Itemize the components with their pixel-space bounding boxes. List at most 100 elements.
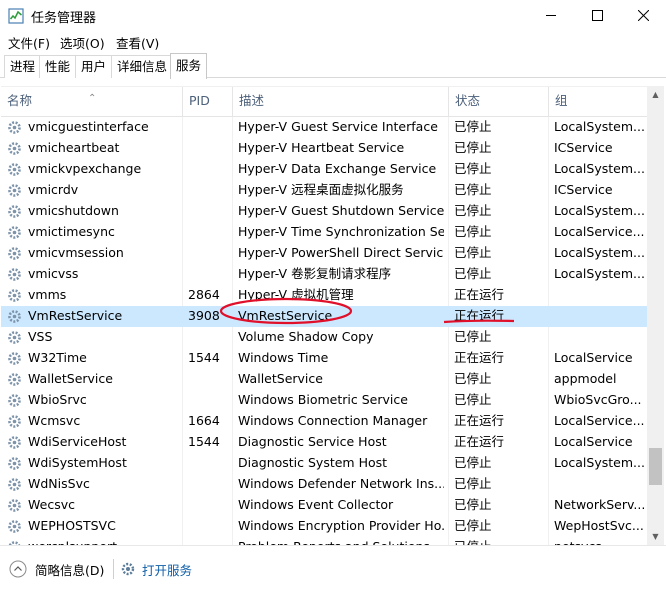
cell-name: vmicguestinterface: [28, 119, 149, 134]
cell-status: 正在运行: [454, 308, 505, 323]
cell-group: LocalSystem...: [554, 119, 644, 134]
cell-pid: 1544: [188, 434, 220, 449]
cell-pid: [188, 327, 230, 348]
cell-pid: [188, 159, 230, 180]
cell-status: 已停止: [454, 245, 492, 260]
cell-pid: [188, 264, 230, 285]
table-row[interactable]: wercplsupport Problem Reports and Solutio…: [1, 537, 647, 545]
service-gear-icon: [8, 373, 21, 386]
cell-status: 已停止: [454, 476, 492, 491]
service-gear-icon: [8, 520, 21, 533]
cell-group: WepHostSvc...: [554, 518, 644, 533]
service-gear-icon: [8, 478, 21, 491]
cell-desc: Hyper-V Heartbeat Service: [238, 140, 405, 155]
service-gear-icon: [8, 163, 21, 176]
table-row[interactable]: vmicshutdown Hyper-V Guest Shutdown Servi…: [1, 201, 647, 222]
table-row[interactable]: VmRestService 3908 VmRestService 正在运行: [1, 306, 647, 327]
table-row[interactable]: vmicvmsession Hyper-V PowerShell Direct S…: [1, 243, 647, 264]
column-header-description[interactable]: 描述: [232, 87, 448, 117]
cell-pid: [188, 474, 230, 495]
column-name-label: 名称: [7, 93, 33, 108]
cell-status: 已停止: [454, 537, 544, 545]
table-row[interactable]: WalletService WalletService 已停止 appmodel: [1, 369, 647, 390]
table-row[interactable]: vmictimesync Hyper-V Time Synchronization…: [1, 222, 647, 243]
service-gear-icon: [8, 247, 21, 260]
menu-options[interactable]: 选项(O): [60, 33, 105, 52]
table-header: 名称 ⌃ PID 描述 状态 组: [1, 87, 647, 117]
table-row[interactable]: vmickvpexchange Hyper-V Data Exchange Ser…: [1, 159, 647, 180]
cell-status: 已停止: [454, 371, 492, 386]
tab-bar: 进程 性能 用户 详细信息 服务: [0, 53, 666, 79]
service-gear-icon: [8, 310, 21, 323]
service-gear-icon: [8, 142, 21, 155]
scrollbar-thumb[interactable]: [649, 448, 662, 485]
table-row[interactable]: vmicheartbeat Hyper-V Heartbeat Service 已停…: [1, 138, 647, 159]
table-row[interactable]: WEPHOSTSVC Windows Encryption Provider Ho…: [1, 516, 647, 537]
service-gear-icon: [8, 415, 21, 428]
table-row[interactable]: W32Time 1544 Windows Time 正在运行 LocalService: [1, 348, 647, 369]
cell-status: 已停止: [454, 392, 492, 407]
tab-processes[interactable]: 进程: [4, 55, 42, 78]
table-row[interactable]: VSS Volume Shadow Copy 已停止: [1, 327, 647, 348]
cell-desc: Diagnostic Service Host: [238, 434, 387, 449]
close-button[interactable]: [620, 0, 666, 31]
table-row[interactable]: vmicguestinterface Hyper-V Guest Service …: [1, 117, 647, 138]
open-services-link[interactable]: 打开服务: [120, 560, 192, 578]
scroll-up-arrow-icon[interactable]: ▲: [647, 86, 664, 103]
service-gear-icon: [8, 457, 21, 470]
menu-file[interactable]: 文件(F): [8, 33, 50, 52]
cell-group: appmodel: [554, 371, 617, 386]
cell-desc: Windows Connection Manager: [238, 413, 428, 428]
cell-name: wercplsupport: [28, 537, 178, 545]
minimize-button[interactable]: [528, 0, 574, 31]
cell-group: netsvcs: [554, 537, 644, 545]
service-gear-icon: [8, 394, 21, 407]
cell-desc: Diagnostic System Host: [238, 455, 388, 470]
service-gear-icon: [8, 499, 21, 512]
table-row[interactable]: vmms 2864 Hyper-V 虚拟机管理 正在运行: [1, 285, 647, 306]
table-row[interactable]: WdiSystemHost Diagnostic System Host 已停止 Lo…: [1, 453, 647, 474]
cell-group: LocalSystem...: [554, 161, 644, 176]
table-row[interactable]: WbioSrvc Windows Biometric Service 已停止 Wbio…: [1, 390, 647, 411]
vertical-scrollbar[interactable]: ▲ ▼: [647, 86, 664, 545]
tab-services[interactable]: 服务: [170, 53, 208, 79]
menu-view[interactable]: 查看(V): [116, 33, 159, 52]
table-row[interactable]: vmicvss Hyper-V 卷影复制请求程序 已停止 LocalSystem...: [1, 264, 647, 285]
maximize-button[interactable]: [574, 0, 620, 31]
tab-details[interactable]: 详细信息: [111, 55, 174, 78]
cell-pid: [188, 201, 230, 222]
table-row[interactable]: Wecsvc Windows Event Collector 已停止 NetworkS…: [1, 495, 647, 516]
fewer-details-label: 简略信息(D): [35, 562, 105, 578]
cell-status: 已停止: [454, 455, 492, 470]
cell-status: 正在运行: [454, 350, 505, 365]
services-table: 名称 ⌃ PID 描述 状态 组 vmicguestinterface Hyper…: [1, 86, 647, 545]
service-gear-icon: [8, 436, 21, 449]
table-row[interactable]: Wcmsvc 1664 Windows Connection Manager 正在运行…: [1, 411, 647, 432]
service-gear-icon: [8, 184, 21, 197]
cell-status: 已停止: [454, 224, 492, 239]
column-header-group[interactable]: 组: [548, 87, 647, 117]
cell-desc: Hyper-V PowerShell Direct Service: [238, 245, 444, 260]
cell-status: 正在运行: [454, 287, 505, 302]
scroll-down-arrow-icon[interactable]: ▼: [647, 528, 664, 545]
table-row[interactable]: WdiServiceHost 1544 Diagnostic Service Hos…: [1, 432, 647, 453]
tab-users[interactable]: 用户: [75, 55, 113, 78]
fewer-details-button[interactable]: 简略信息(D): [9, 560, 104, 578]
cell-desc: Hyper-V 虚拟机管理: [238, 287, 354, 302]
column-header-status[interactable]: 状态: [448, 87, 548, 117]
cell-status: 正在运行: [454, 434, 505, 449]
cell-group: LocalSystem...: [554, 455, 644, 470]
cell-name: WalletService: [28, 371, 113, 386]
table-row[interactable]: WdNisSvc Windows Defender Network Ins... 已…: [1, 474, 647, 495]
cell-desc: Windows Time: [238, 350, 329, 365]
cell-name: vmicvmsession: [28, 245, 124, 260]
service-gear-icon: [8, 268, 21, 281]
column-header-name[interactable]: 名称 ⌃: [1, 87, 181, 117]
cell-group: WbioSvcGro...: [554, 392, 642, 407]
column-header-pid[interactable]: PID: [182, 87, 232, 117]
service-gear-icon: [8, 289, 21, 302]
cell-status: 已停止: [454, 266, 492, 281]
table-row[interactable]: vmicrdv Hyper-V 远程桌面虚拟化服务 已停止 ICService: [1, 180, 647, 201]
service-gear-icon: [8, 205, 21, 218]
tab-performance[interactable]: 性能: [39, 55, 77, 78]
